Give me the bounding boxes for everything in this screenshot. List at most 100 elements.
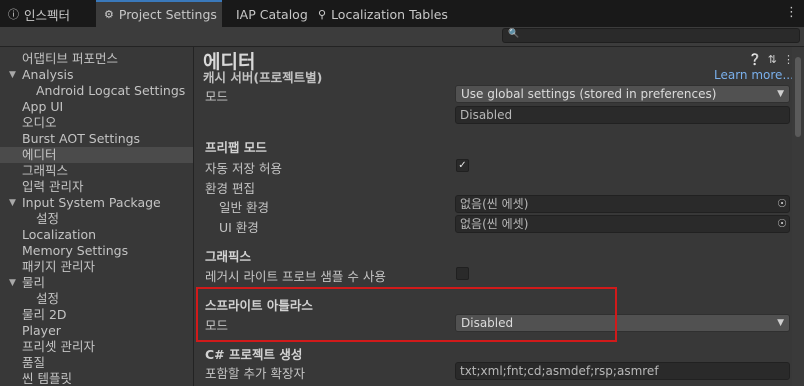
- cache-status-field: Disabled: [455, 106, 790, 124]
- legacy-light-probe-label: 레거시 라이트 프로브 샘플 수 사용: [205, 269, 386, 284]
- chevron-down-icon: ▼: [777, 89, 784, 99]
- field-value: txt;xml;fnt;cd;asmdef;rsp;asmref: [460, 364, 659, 378]
- sprite-atlas-mode-dropdown[interactable]: Disabled ▼: [455, 314, 790, 332]
- sidebar-item-app-ui[interactable]: App UI: [0, 99, 193, 115]
- field-value: 없음(씬 에셋): [460, 217, 529, 231]
- field-value: 없음(씬 에셋): [460, 197, 529, 211]
- sidebar-item-editor[interactable]: 에디터: [0, 147, 193, 163]
- preset-icon[interactable]: ⇅: [768, 53, 777, 66]
- sidebar-item-analysis[interactable]: ▼ Analysis: [0, 67, 193, 83]
- help-icon[interactable]: ❔: [748, 53, 762, 66]
- tab-label: IAP Catalog: [236, 6, 308, 22]
- object-picker-icon[interactable]: ☉: [777, 196, 787, 212]
- chevron-down-icon: ▼: [777, 318, 784, 328]
- sidebar-item-burst-aot[interactable]: Burst AOT Settings: [0, 131, 193, 147]
- localization-tables-icon: ⚲: [318, 7, 327, 21]
- prefab-mode-header: 프리팹 모드: [205, 140, 267, 155]
- ui-environment-label: UI 환경: [219, 220, 259, 235]
- settings-sidebar: 어댑티브 퍼포먼스 ▼ Analysis Android Logcat Sett…: [0, 47, 193, 386]
- sidebar-item-label: 에디터: [22, 147, 57, 162]
- sidebar-item-label: 그래픽스: [22, 163, 69, 178]
- sidebar-item-input-system-package[interactable]: ▼ Input System Package: [0, 195, 193, 211]
- object-picker-icon[interactable]: ☉: [777, 216, 787, 232]
- general-environment-label: 일반 환경: [219, 200, 269, 215]
- sidebar-item-player[interactable]: Player: [0, 323, 193, 339]
- info-icon: ⓘ: [8, 8, 19, 21]
- sidebar-item-label: App UI: [22, 99, 64, 114]
- sidebar-item-label: 씬 템플릿: [22, 371, 72, 386]
- sidebar-item-label: 패키지 관리자: [22, 259, 95, 274]
- dropdown-value: Use global settings (stored in preferenc…: [461, 87, 717, 101]
- page-title: 에디터: [203, 51, 256, 73]
- sidebar-item-adaptive-performance[interactable]: 어댑티브 퍼포먼스: [0, 51, 193, 67]
- sidebar-item-audio[interactable]: 오디오: [0, 115, 193, 131]
- sidebar-item-scene-template[interactable]: 씬 템플릿: [0, 371, 193, 386]
- sidebar-item-label: Localization: [22, 227, 97, 242]
- sidebar-item-quality[interactable]: 품질: [0, 355, 193, 371]
- sidebar-item-label: 물리 2D: [22, 307, 67, 322]
- sidebar-item-input-settings[interactable]: 설정: [0, 211, 193, 227]
- tab-label: Localization Tables: [331, 6, 448, 22]
- tab-localization-tables[interactable]: ⚲ Localization Tables: [318, 1, 458, 27]
- dropdown-value: Disabled: [461, 316, 514, 330]
- sidebar-item-localization[interactable]: Localization: [0, 227, 193, 243]
- sidebar-item-label: Player: [22, 323, 61, 338]
- sidebar-item-input-manager[interactable]: 입력 관리자: [0, 179, 193, 195]
- sidebar-item-preset-manager[interactable]: 프리셋 관리자: [0, 339, 193, 355]
- sidebar-item-label: Memory Settings: [22, 243, 129, 258]
- sidebar-item-physics[interactable]: ▼ 물리: [0, 275, 193, 291]
- csharp-project-header: C# 프로젝트 생성: [205, 347, 303, 362]
- ui-environment-field[interactable]: 없음(씬 에셋) ☉: [455, 215, 790, 233]
- autosave-checkbox[interactable]: ✓: [456, 159, 469, 172]
- expand-caret-icon[interactable]: ▼: [9, 195, 16, 211]
- general-environment-field[interactable]: 없음(씬 에셋) ☉: [455, 195, 790, 213]
- legacy-light-probe-checkbox[interactable]: [456, 267, 469, 280]
- editor-settings-panel: 캐시 서버(프로젝트별) 에디터 ❔ ⇅ ⋮ Learn more... 모드 …: [194, 47, 804, 386]
- field-value: Disabled: [460, 108, 513, 122]
- tab-bar: ⓘ 인스펙터 ⚙ Project Settings IAP Catalog ⚲ …: [0, 0, 804, 27]
- sidebar-item-label: 설정: [36, 291, 60, 306]
- sidebar-item-label: 품질: [22, 355, 46, 370]
- search-icon: 🔍: [508, 29, 520, 39]
- sidebar-item-label: Analysis: [22, 67, 74, 82]
- tab-label: Project Settings: [118, 7, 217, 22]
- gear-icon: ⚙: [104, 8, 114, 21]
- sidebar-item-android-logcat[interactable]: Android Logcat Settings: [0, 83, 193, 99]
- expand-caret-icon[interactable]: ▼: [9, 67, 16, 83]
- sidebar-item-label: 설정: [36, 211, 60, 226]
- sidebar-item-label: 물리: [22, 275, 46, 290]
- sidebar-item-graphics[interactable]: 그래픽스: [0, 163, 193, 179]
- cache-mode-dropdown[interactable]: Use global settings (stored in preferenc…: [455, 85, 790, 103]
- sidebar-item-physics-settings[interactable]: 설정: [0, 291, 193, 307]
- tab-label: 인스펙터: [24, 7, 71, 23]
- additional-extensions-field[interactable]: txt;xml;fnt;cd;asmdef;rsp;asmref: [455, 362, 790, 380]
- header-icons: ❔ ⇅ ⋮: [748, 53, 794, 66]
- graphics-header: 그래픽스: [205, 249, 252, 264]
- sidebar-item-memory-settings[interactable]: Memory Settings: [0, 243, 193, 259]
- sidebar-item-label: 오디오: [22, 115, 57, 130]
- sidebar-item-label: Input System Package: [22, 195, 161, 210]
- sidebar-item-label: Android Logcat Settings: [36, 83, 186, 98]
- search-row: 🔍: [0, 27, 804, 47]
- sidebar-item-label: Burst AOT Settings: [22, 131, 141, 146]
- tab-inspector[interactable]: ⓘ 인스펙터: [8, 1, 92, 27]
- sprite-atlas-header: 스프라이트 아틀라스: [205, 298, 313, 313]
- autosave-label: 자동 저장 허용: [205, 161, 282, 176]
- checkmark-icon: ✓: [458, 160, 467, 171]
- sidebar-item-label: 어댑티브 퍼포먼스: [22, 51, 118, 66]
- learn-more-link[interactable]: Learn more...: [714, 68, 794, 82]
- environment-editing-label: 환경 편집: [205, 181, 255, 196]
- additional-extensions-label: 포함할 추가 확장자: [205, 366, 305, 381]
- cache-mode-label: 모드: [205, 89, 229, 104]
- sidebar-item-physics-2d[interactable]: 물리 2D: [0, 307, 193, 323]
- more-options-icon[interactable]: ⋮: [785, 5, 798, 20]
- sprite-atlas-mode-label: 모드: [205, 318, 229, 333]
- sidebar-item-label: 입력 관리자: [22, 179, 84, 194]
- vertical-scrollbar[interactable]: [792, 47, 804, 386]
- sidebar-item-package-manager[interactable]: 패키지 관리자: [0, 259, 193, 275]
- expand-caret-icon[interactable]: ▼: [9, 275, 16, 291]
- tab-iap-catalog[interactable]: IAP Catalog: [236, 1, 308, 27]
- search-input[interactable]: 🔍: [502, 28, 800, 43]
- scrollbar-thumb[interactable]: [795, 57, 801, 137]
- tab-project-settings[interactable]: ⚙ Project Settings: [96, 0, 222, 27]
